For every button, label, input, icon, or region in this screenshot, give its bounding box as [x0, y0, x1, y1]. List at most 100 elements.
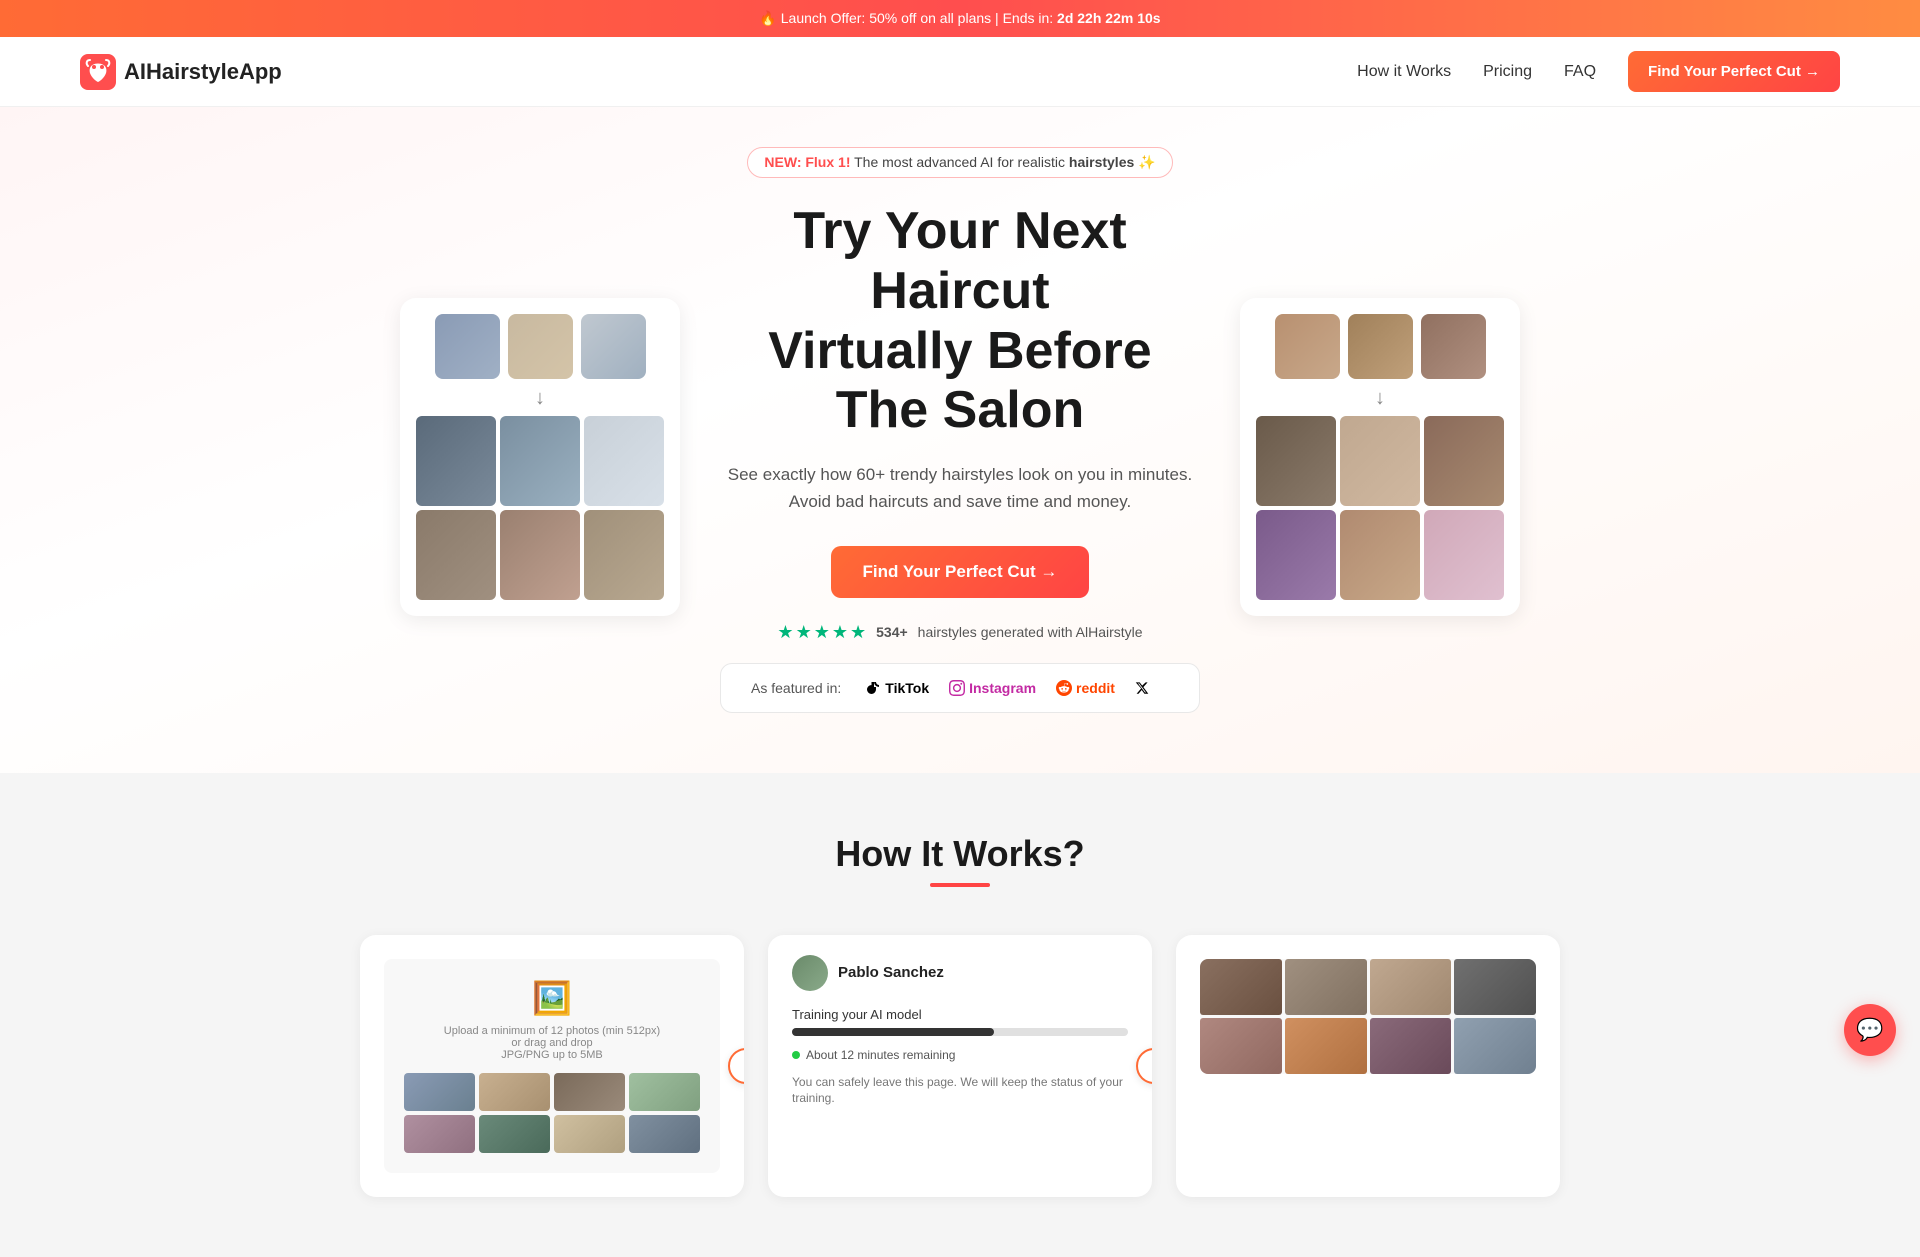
nav-links: How it Works Pricing FAQ Find Your Perfe… [1357, 51, 1840, 92]
collage-cell-3 [584, 416, 664, 506]
photo-2 [479, 1073, 550, 1111]
collage-cell-1 [416, 416, 496, 506]
time-remaining: About 12 minutes remaining [806, 1048, 955, 1062]
result-cell-4 [1454, 959, 1536, 1015]
step-1-inner: 🖼️ Upload a minimum of 12 photos (min 51… [360, 935, 744, 1197]
right-top-img-1 [1275, 314, 1340, 379]
badge-rest-text: The most advanced AI for realistic [854, 154, 1069, 170]
collage-cell-6 [584, 510, 664, 600]
step-card-results [1176, 935, 1560, 1197]
collage-right-box: ↓ [1240, 298, 1520, 616]
arrow-down-icon: ↓ [416, 387, 664, 410]
collage-cell-4 [416, 510, 496, 600]
x-icon [1135, 681, 1149, 695]
section-underline [930, 883, 990, 887]
top-img-2 [508, 314, 573, 379]
chat-icon: 💬 [1856, 1017, 1883, 1043]
star-1: ★ [777, 622, 793, 643]
new-badge: NEW: Flux 1! The most advanced AI for re… [747, 147, 1172, 178]
right-cell-1 [1256, 416, 1336, 506]
step-2-inner: Pablo Sanchez Training your AI model Abo… [768, 935, 1152, 1197]
hero-subtitle: See exactly how 60+ trendy hairstyles lo… [720, 461, 1200, 515]
instagram-logo: Instagram [949, 680, 1036, 696]
hero-section: NEW: Flux 1! The most advanced AI for re… [0, 107, 1920, 773]
top-img-3 [581, 314, 646, 379]
time-remaining-row: About 12 minutes remaining [792, 1048, 1128, 1062]
star-rating: ★ ★ ★ ★ ★ [777, 622, 866, 643]
upload-photo-grid [404, 1073, 700, 1153]
hero-collage-left: ↓ [400, 298, 680, 616]
hero-collage-right: ↓ [1240, 298, 1520, 616]
step-card-upload: 🖼️ Upload a minimum of 12 photos (min 51… [360, 935, 744, 1197]
collage-grid-left [416, 416, 664, 600]
logo[interactable]: AIHairstyleApp [80, 54, 282, 90]
result-cell-6 [1285, 1018, 1367, 1074]
reddit-logo: reddit [1056, 680, 1115, 696]
featured-bar: As featured in: TikTok Instagram reddit [720, 663, 1200, 713]
collage-cell-2 [500, 416, 580, 506]
photo-7 [554, 1115, 625, 1153]
hero-text: Try Your Next Haircut Virtually Before T… [720, 202, 1200, 713]
star-3: ★ [814, 622, 830, 643]
result-cell-5 [1200, 1018, 1282, 1074]
steps-grid: 🖼️ Upload a minimum of 12 photos (min 51… [360, 935, 1560, 1197]
star-2: ★ [796, 622, 812, 643]
hero-title: Try Your Next Haircut Virtually Before T… [720, 202, 1200, 441]
star-4: ★ [832, 622, 848, 643]
chat-button[interactable]: 💬 [1844, 1004, 1896, 1056]
result-cell-1 [1200, 959, 1282, 1015]
photo-4 [629, 1073, 700, 1111]
avatar [792, 955, 828, 991]
collage-top-images [416, 314, 664, 379]
rating-count: 534+ [876, 624, 908, 640]
right-cell-4 [1256, 510, 1336, 600]
photo-1 [404, 1073, 475, 1111]
progress-bar-bg [792, 1028, 1128, 1036]
photo-8 [629, 1115, 700, 1153]
featured-logos: TikTok Instagram reddit [865, 680, 1149, 696]
right-top-img-3 [1421, 314, 1486, 379]
featured-label: As featured in: [751, 680, 841, 696]
results-mockup [1200, 959, 1536, 1074]
promo-banner: 🔥 Launch Offer: 50% off on all plans | E… [0, 0, 1920, 37]
safe-note: You can safely leave this page. We will … [792, 1074, 1128, 1108]
right-cell-6 [1424, 510, 1504, 600]
result-cell-2 [1285, 959, 1367, 1015]
result-cell-7 [1370, 1018, 1452, 1074]
hero-cta-button[interactable]: Find Your Perfect Cut → [831, 546, 1090, 598]
nav-how-it-works[interactable]: How it Works [1357, 63, 1451, 81]
collage-grid-right [1256, 416, 1504, 600]
badge-sparkle-icon: ✨ [1138, 154, 1155, 170]
upload-instruction: Upload a minimum of 12 photos (min 512px… [404, 1025, 700, 1061]
training-label: Training your AI model [792, 1007, 1128, 1022]
nav-faq[interactable]: FAQ [1564, 63, 1596, 81]
progress-bar-fill [792, 1028, 994, 1036]
collage-left-box: ↓ [400, 298, 680, 616]
instagram-icon [949, 680, 965, 696]
badge-highlight-text: hairstyles [1069, 154, 1134, 170]
result-cell-3 [1370, 959, 1452, 1015]
logo-icon [80, 54, 116, 90]
top-img-1 [435, 314, 500, 379]
logo-text: AIHairstyleApp [124, 59, 282, 85]
right-top-img-2 [1348, 314, 1413, 379]
tiktok-logo: TikTok [865, 680, 929, 696]
x-logo [1135, 681, 1149, 695]
right-cell-5 [1340, 510, 1420, 600]
rating-text: hairstyles generated with AlHairstyle [918, 624, 1143, 640]
collage-right-top [1256, 314, 1504, 379]
countdown-timer: 2d 22h 22m 10s [1057, 10, 1161, 26]
right-cell-2 [1340, 416, 1420, 506]
how-it-works-section: How It Works? 🖼️ Upload a minimum of 12 … [0, 773, 1920, 1257]
reddit-icon [1056, 680, 1072, 696]
upload-icon: 🖼️ [404, 979, 700, 1017]
result-cell-8 [1454, 1018, 1536, 1074]
banner-emoji: 🔥 [759, 10, 776, 26]
how-title: How It Works? [80, 833, 1840, 875]
nav-pricing[interactable]: Pricing [1483, 63, 1532, 81]
photo-6 [479, 1115, 550, 1153]
star-5: ★ [850, 622, 866, 643]
nav-cta-button[interactable]: Find Your Perfect Cut → [1628, 51, 1840, 92]
step-3-inner [1176, 935, 1560, 1197]
status-dot [792, 1051, 800, 1059]
